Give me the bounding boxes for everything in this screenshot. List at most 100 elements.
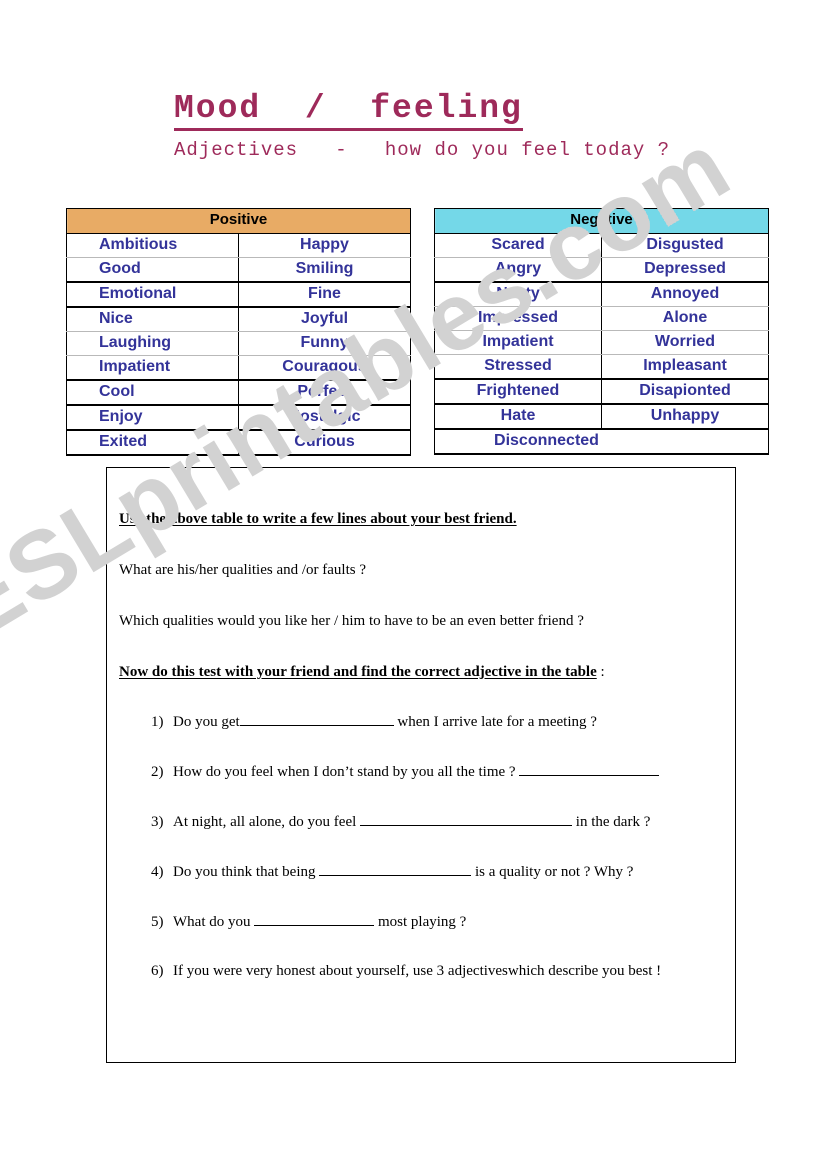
positive-adjectives-table: Positive Ambitious Happy Good Smiling Emotio…: [66, 208, 411, 456]
question-item: 4) Do you think that being is a quality o…: [119, 862, 735, 881]
question-text: Do you think that being: [173, 864, 320, 880]
adjective-cell: Frightened: [434, 378, 602, 405]
question-text-tail: when I arrive late for a meeting ?: [393, 714, 597, 730]
negative-table-header: Negative: [434, 208, 769, 234]
question-item: 2) How do you feel when I don’t stand by …: [119, 762, 735, 781]
table-row: Enjoy Nostalgic: [66, 404, 411, 431]
positive-table-header: Positive: [66, 208, 411, 234]
adjective-cell: Perfect: [238, 379, 411, 406]
table-header-row: Positive: [66, 208, 411, 234]
adjective-cell: Cool: [66, 379, 239, 406]
answer-blank[interactable]: [519, 762, 660, 776]
adjective-cell: Smiling: [238, 256, 411, 283]
question-item: 5) What do you most playing ?: [119, 912, 735, 931]
adjective-cell: Depressed: [601, 256, 769, 283]
adjective-cell: Nice: [66, 306, 239, 332]
adjective-cell: Good: [66, 256, 239, 283]
table-header-row: Negative: [434, 208, 769, 234]
adjective-cell: Fine: [238, 281, 411, 308]
adjective-cell: Couragous: [238, 354, 411, 381]
adjective-cell: Stressed: [434, 353, 602, 380]
question-number: 3): [151, 814, 164, 830]
adjective-cell: Joyful: [238, 306, 411, 332]
page-header: Mood / feeling Adjectives - how do you f…: [174, 91, 671, 161]
table-row: Laughing Funny: [66, 330, 411, 356]
adjective-cell: Hate: [434, 403, 602, 430]
adjective-cell: Disgusted: [601, 232, 769, 258]
adjective-cell: Disapionted: [601, 378, 769, 405]
question-item: 6) If you were very honest about yourself…: [119, 962, 735, 980]
question-text: At night, all alone, do you feel: [173, 814, 361, 830]
adjective-cell: Curious: [238, 429, 411, 456]
answer-blank[interactable]: [360, 812, 573, 826]
adjective-cell: Impleasant: [601, 353, 769, 380]
table-row: Frightened Disapionted: [434, 378, 769, 405]
adjective-cell: Worried: [601, 329, 769, 355]
instruction-do-test-underlined: Now do this test with your friend and fi…: [119, 664, 597, 680]
adjective-cell: Emotional: [66, 281, 239, 308]
question-item: 1) Do you get when I arrive late for a me…: [119, 712, 735, 731]
adjective-cell: Impatient: [66, 354, 239, 381]
table-row: Ambitious Happy: [66, 232, 411, 258]
questions-list: 1) Do you get when I arrive late for a me…: [119, 712, 735, 980]
table-row: Impatient Couragous: [66, 354, 411, 381]
table-row: Hate Unhappy: [434, 403, 769, 430]
question-text: If you were very honest about yourself, …: [173, 963, 662, 979]
instruction-do-test: Now do this test with your friend and fi…: [119, 663, 735, 681]
adjective-cell: Ambitious: [66, 232, 239, 258]
question-item: 3) At night, all alone, do you feel in th…: [119, 812, 735, 831]
table-row: Impatient Worried: [434, 329, 769, 355]
answer-blank[interactable]: [239, 712, 394, 726]
question-number: 2): [151, 764, 164, 780]
table-row: Angry Depressed: [434, 256, 769, 283]
table-row: Disconnected: [434, 428, 769, 455]
question-text-tail: is a quality or not ? Why ?: [471, 864, 634, 880]
table-row: Nice Joyful: [66, 306, 411, 332]
question-number: 6): [151, 963, 164, 979]
negative-adjectives-table: Negative Scared Disgusted Angry Depressed Na…: [434, 208, 769, 455]
table-row: Impressed Alone: [434, 305, 769, 331]
adjective-cell: Unhappy: [601, 403, 769, 430]
adjective-cell: Enjoy: [66, 404, 239, 431]
adjective-cell: Happy: [238, 232, 411, 258]
question-text-tail: in the dark ?: [572, 814, 651, 830]
question-number: 1): [151, 714, 164, 730]
prompt-qualities-faults: What are his/her qualities and /or fault…: [119, 562, 366, 578]
adjective-cell: Laughing: [66, 330, 239, 356]
instruction-do-test-colon: :: [596, 664, 605, 680]
instruction-write-about-friend: Use the above table to write a few lines…: [119, 511, 517, 527]
question-number: 5): [151, 914, 164, 930]
answer-blank[interactable]: [319, 862, 472, 876]
question-number: 4): [151, 864, 164, 880]
page-subtitle: Adjectives - how do you feel today ?: [174, 138, 671, 161]
exercise-box: Use the above table to write a few lines…: [106, 467, 736, 1063]
table-row: Scared Disgusted: [434, 232, 769, 258]
adjective-cell: Scared: [434, 232, 602, 258]
adjective-cell: Nostalgic: [238, 404, 411, 431]
answer-blank[interactable]: [254, 912, 375, 926]
page-title: Mood / feeling: [174, 91, 523, 131]
adjective-cell: Disconnected: [434, 428, 769, 455]
table-row: Stressed Impleasant: [434, 353, 769, 380]
adjective-cell: Exited: [66, 429, 239, 456]
adjective-cell: Funny: [238, 330, 411, 356]
question-text-tail: most playing ?: [374, 914, 467, 930]
table-row: Emotional Fine: [66, 281, 411, 308]
adjective-cell: Impatient: [434, 329, 602, 355]
adjective-cell: Annoyed: [601, 281, 769, 307]
adjective-cell: Alone: [601, 305, 769, 331]
table-row: Cool Perfect: [66, 379, 411, 406]
adjective-cell: Angry: [434, 256, 602, 283]
question-text: Do you get: [173, 714, 240, 730]
question-text: How do you feel when I don’t stand by yo…: [173, 764, 520, 780]
prompt-better-friend: Which qualities would you like her / him…: [119, 613, 584, 629]
